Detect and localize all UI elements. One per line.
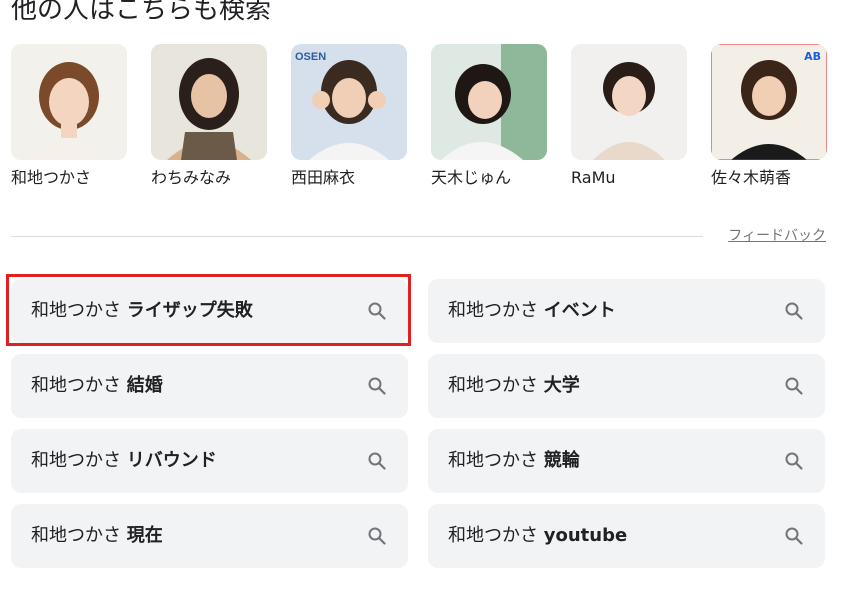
person-card[interactable]: わちみなみ [151,44,267,188]
person-name[interactable]: わちみなみ [151,168,267,188]
section-title: 他の人はこちらも検索 [11,0,272,25]
person-photo[interactable] [151,44,267,160]
person-card[interactable]: 天木じゅん [431,44,547,188]
related-search-chip[interactable]: 和地つかさ 結婚 [11,354,408,418]
chip-prefix: 和地つかさ [448,375,538,396]
chip-text: 和地つかさ 結婚 [31,354,163,418]
person-card[interactable]: RaMu [571,44,687,188]
chip-text: 和地つかさ リバウンド [31,429,217,493]
person-card[interactable]: AB 佐々木萌香 [711,44,827,188]
chip-prefix: 和地つかさ [31,300,121,321]
person-name[interactable]: 和地つかさ [11,168,127,188]
related-search-chip[interactable]: 和地つかさ イベント [428,279,825,343]
person-card[interactable]: 和地つかさ [11,44,127,188]
person-name[interactable]: 天木じゅん [431,168,547,188]
svg-text:OSEN: OSEN [295,51,326,63]
chip-text: 和地つかさ 現在 [31,504,163,568]
person-photo[interactable]: AB [711,44,827,160]
ad-badge-icon: AB [804,50,821,63]
chip-bold-term: 現在 [126,525,163,546]
feedback-row: フィードバック [11,226,826,246]
related-search-chip[interactable]: 和地つかさ リバウンド [11,429,408,493]
chip-text: 和地つかさ 大学 [448,354,580,418]
search-icon [368,302,386,320]
chip-prefix: 和地つかさ [448,525,538,546]
chip-bold-term: 大学 [543,375,580,396]
search-icon [785,302,803,320]
chip-text: 和地つかさ youtube [448,504,627,568]
chip-prefix: 和地つかさ [448,450,538,471]
chip-bold-term: リバウンド [126,450,217,471]
person-photo[interactable] [431,44,547,160]
person-card[interactable]: OSEN 西田麻衣 [291,44,407,188]
person-photo[interactable] [11,44,127,160]
chip-bold-term: 結婚 [126,375,163,396]
search-icon [368,377,386,395]
chip-prefix: 和地つかさ [31,450,121,471]
chip-prefix: 和地つかさ [448,300,538,321]
chip-text: 和地つかさ ライザップ失敗 [31,279,253,343]
person-name[interactable]: RaMu [571,168,687,188]
related-search-chip[interactable]: 和地つかさ 現在 [11,504,408,568]
person-photo[interactable]: OSEN [291,44,407,160]
search-icon [785,527,803,545]
search-icon [368,527,386,545]
chip-prefix: 和地つかさ [31,525,121,546]
chip-prefix: 和地つかさ [31,375,121,396]
chip-text: 和地つかさ 競輪 [448,429,580,493]
person-name[interactable]: 西田麻衣 [291,168,407,188]
search-icon [785,377,803,395]
feedback-link[interactable]: フィードバック [728,226,826,246]
person-name[interactable]: 佐々木萌香 [711,168,827,188]
related-search-chip[interactable]: 和地つかさ 大学 [428,354,825,418]
related-search-chip[interactable]: 和地つかさ 競輪 [428,429,825,493]
person-photo[interactable] [571,44,687,160]
search-icon [368,452,386,470]
related-search-chip[interactable]: 和地つかさ youtube [428,504,825,568]
chip-text: 和地つかさ イベント [448,279,616,343]
chip-bold-term: youtube [543,525,628,546]
chip-bold-term: 競輪 [543,450,580,471]
related-search-chip[interactable]: 和地つかさ ライザップ失敗 [11,279,408,343]
chip-bold-term: ライザップ失敗 [126,300,253,321]
chip-bold-term: イベント [543,300,616,321]
divider [11,236,703,237]
people-carousel: 和地つかさ わちみなみ OSEN 西田麻衣 天木じゅん RaMu AB 佐々木萌… [11,44,841,194]
search-icon [785,452,803,470]
